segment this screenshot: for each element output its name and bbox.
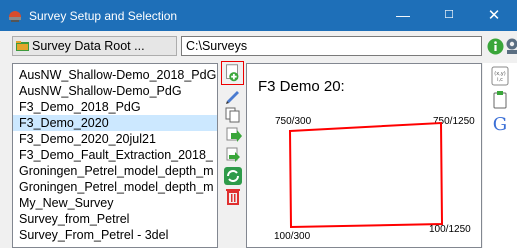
export-survey-icon[interactable] (223, 146, 243, 164)
minimize-button[interactable]: — (380, 0, 426, 31)
survey-list-item[interactable]: Survey_From_Petrel - 3del (13, 227, 217, 243)
survey-list-item[interactable]: My_New_Survey (13, 195, 217, 211)
refresh-survey-icon[interactable] (223, 167, 243, 185)
coordinates-icon[interactable]: (x,y) i,c (490, 66, 510, 86)
corner-label-bottom-right: 100/1250 (429, 224, 471, 235)
path-value: C:\Surveys (186, 39, 248, 53)
survey-root-path-field[interactable]: C:\Surveys (181, 36, 482, 56)
app-icon (9, 11, 21, 22)
root-button-label: Survey Data Root ... (32, 39, 145, 53)
map-tools: (x,y) i,c G (483, 63, 517, 248)
survey-list[interactable]: AusNW_Shallow-Demo_2018_PdG AusNW_Shallow… (12, 63, 218, 248)
survey-data-root-button[interactable]: Survey Data Root ... (12, 36, 177, 56)
maximize-button[interactable]: ☐ (426, 0, 472, 31)
survey-list-item[interactable]: Survey_from_Petrel (13, 211, 217, 227)
survey-list-item[interactable]: F3_Demo_2020 (13, 115, 217, 131)
clipboard-icon[interactable] (490, 90, 510, 110)
survey-list-item[interactable]: Groningen_Petrel_model_depth_m (13, 179, 217, 195)
survey-list-item[interactable]: F3_Demo_Fault_Extraction_2018_ (13, 147, 217, 163)
corner-label-bottom-left: 100/300 (274, 231, 311, 242)
survey-list-item[interactable]: F3_Demo_2018_PdG (13, 99, 217, 115)
info-icon[interactable] (487, 38, 504, 55)
edit-survey-icon[interactable] (223, 87, 243, 105)
window-title: Survey Setup and Selection (29, 9, 178, 23)
svg-text:i,c: i,c (497, 77, 503, 83)
copy-survey-icon[interactable] (223, 106, 243, 124)
survey-list-item[interactable]: AusNW_Shallow-Demo_2018_PdG (13, 67, 217, 83)
folder-icon (16, 41, 29, 51)
import-survey-icon[interactable] (223, 126, 243, 144)
survey-map-panel: F3 Demo 20: 750/300 750/1250 100/300 100… (246, 63, 482, 248)
survey-list-item[interactable]: F3_Demo_2020_20jul21 (13, 131, 217, 147)
title-bar: Survey Setup and Selection — ☐ ✕ (0, 0, 517, 31)
add-survey-icon[interactable] (221, 61, 244, 85)
close-button[interactable]: ✕ (471, 0, 517, 31)
survey-list-item[interactable]: Groningen_Petrel_model_depth_m (13, 163, 217, 179)
survey-outline (288, 121, 444, 229)
settings-icon[interactable] (505, 37, 517, 55)
svg-text:G: G (493, 114, 507, 133)
survey-list-item[interactable]: AusNW_Shallow-Demo_PdG (13, 83, 217, 99)
google-export-icon[interactable]: G (490, 113, 510, 133)
delete-survey-icon[interactable] (223, 187, 243, 205)
